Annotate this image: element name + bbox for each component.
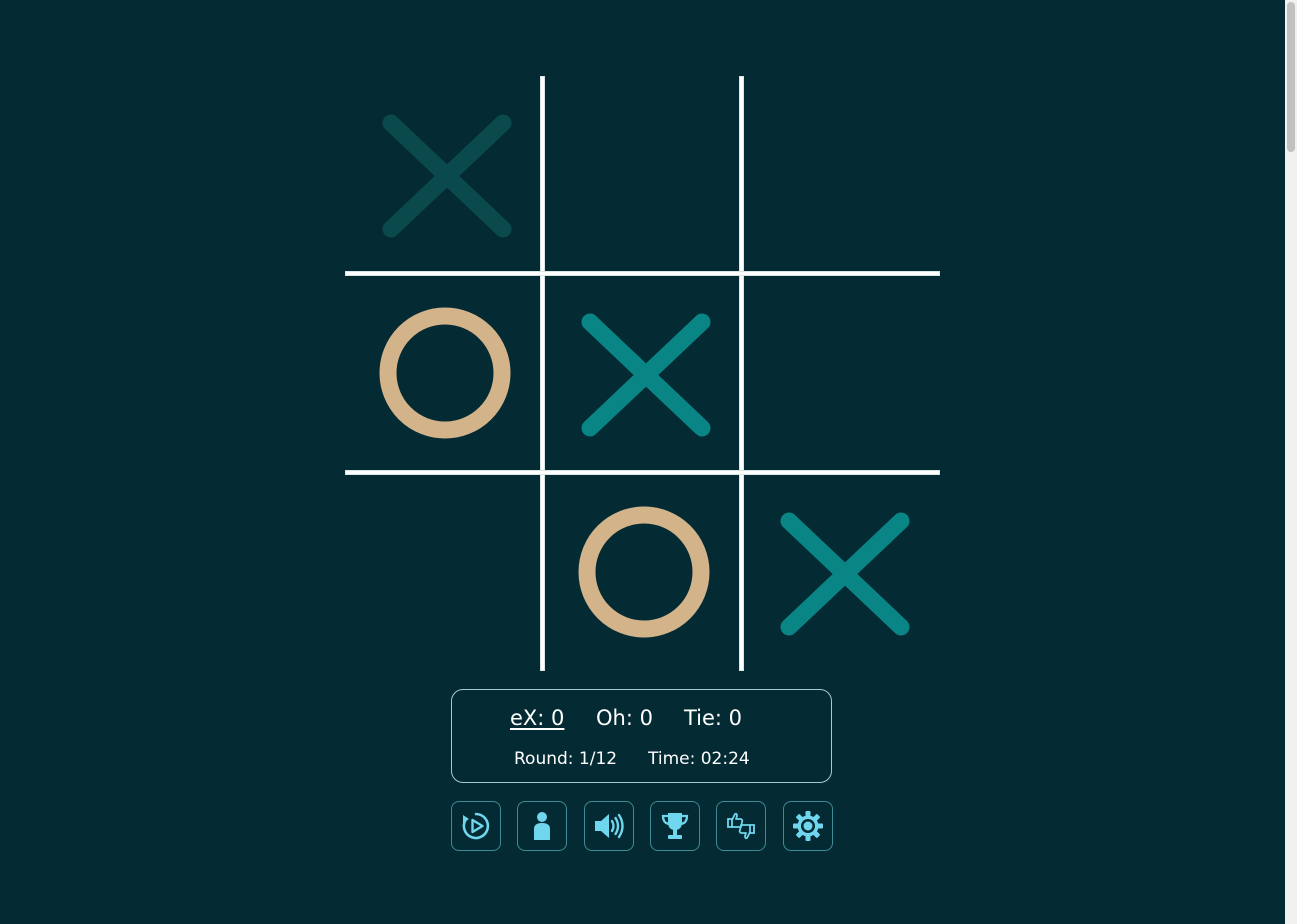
grid-line	[739, 76, 744, 671]
board-cell-5[interactable]	[547, 278, 737, 468]
score-panel: eX: 0 Oh: 0 Tie: 0 Round: 1/12 Time: 02:…	[451, 689, 832, 783]
board-cell-3[interactable]	[746, 79, 936, 269]
gear-icon	[791, 809, 825, 843]
restart-button[interactable]	[451, 801, 501, 851]
grid-line	[345, 271, 940, 276]
o-mark	[578, 506, 710, 638]
board-cell-8[interactable]	[547, 477, 737, 667]
trophy-icon	[659, 810, 691, 842]
x-mark-faded	[382, 114, 512, 238]
x-mark	[581, 313, 711, 437]
thumbs-up-down-icon	[725, 810, 757, 842]
leaderboard-button[interactable]	[650, 801, 700, 851]
timer: Time: 02:24	[648, 749, 750, 769]
board-cell-9[interactable]	[746, 477, 936, 667]
board-cell-7[interactable]	[348, 477, 538, 667]
person-icon	[526, 810, 558, 842]
page-scrollbar[interactable]	[1285, 0, 1297, 924]
round-counter: Round: 1/12	[514, 749, 618, 769]
score-row: eX: 0 Oh: 0 Tie: 0	[452, 706, 831, 734]
scrollbar-thumb[interactable]	[1287, 2, 1295, 152]
restart-play-icon	[460, 810, 492, 842]
board-cell-4[interactable]	[348, 278, 538, 468]
sound-button[interactable]	[584, 801, 634, 851]
speaker-icon	[592, 810, 626, 842]
score-tie: Tie: 0	[684, 706, 743, 730]
settings-button[interactable]	[783, 801, 833, 851]
feedback-button[interactable]	[716, 801, 766, 851]
toolbar	[451, 801, 835, 852]
game-page: eX: 0 Oh: 0 Tie: 0 Round: 1/12 Time: 02:…	[0, 0, 1297, 924]
board-cell-2[interactable]	[547, 79, 737, 269]
score-x: eX: 0	[510, 706, 565, 730]
grid-line	[345, 470, 940, 475]
board-cell-1[interactable]	[348, 79, 538, 269]
game-board	[345, 76, 940, 671]
score-o: Oh: 0	[596, 706, 653, 730]
o-mark	[379, 307, 511, 439]
grid-line	[540, 76, 545, 671]
x-mark	[780, 512, 910, 636]
board-cell-6[interactable]	[746, 278, 936, 468]
player-mode-button[interactable]	[517, 801, 567, 851]
